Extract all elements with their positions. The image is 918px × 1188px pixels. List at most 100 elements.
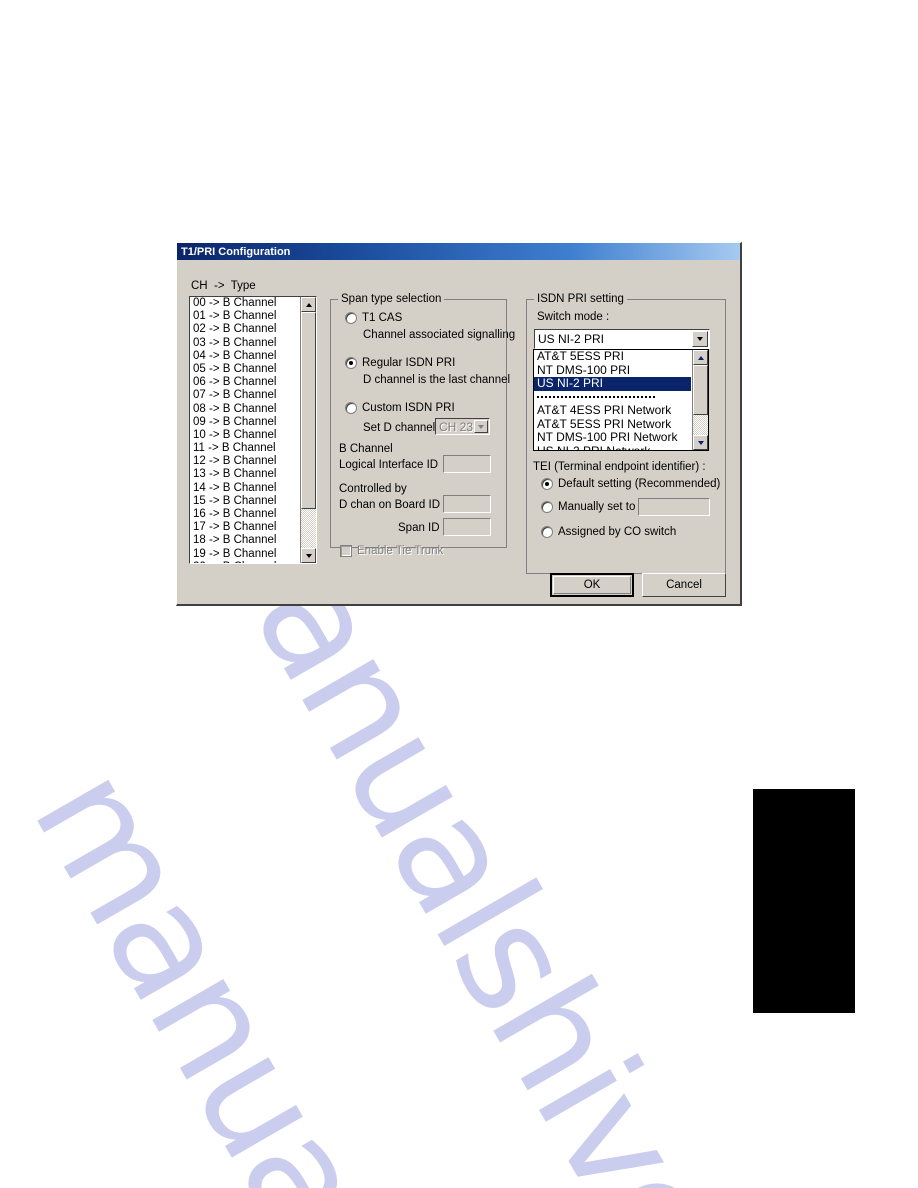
channel-list-item[interactable]: 06 -> B Channel [193, 376, 299, 389]
logical-interface-id-label: Logical Interface ID [339, 459, 439, 471]
dropdown-scrollbar[interactable] [692, 350, 708, 450]
dialog-title: T1/PRI Configuration [181, 245, 291, 258]
combo-dropdown-button[interactable] [692, 331, 708, 347]
ok-button[interactable]: OK [550, 573, 634, 597]
channel-list-item[interactable]: 01 -> B Channel [193, 310, 299, 323]
radio-button-icon [541, 526, 553, 538]
chevron-down-icon [305, 553, 312, 558]
scroll-down-button[interactable] [693, 435, 708, 450]
set-d-channel-combo[interactable]: CH 23 [435, 418, 490, 435]
channel-list-item[interactable]: 14 -> B Channel [193, 482, 299, 495]
channel-list-item[interactable]: 02 -> B Channel [193, 323, 299, 336]
controlled-by-label: Controlled by [339, 483, 407, 495]
radio-button-icon [541, 501, 553, 513]
set-d-channel-value: CH 23 [439, 419, 474, 434]
chevron-down-icon [697, 440, 704, 445]
span-id-input[interactable] [443, 518, 491, 536]
channel-list-scrollbar[interactable] [300, 297, 316, 563]
span-type-selection-group: Span type selection T1 CAS Channel assoc… [330, 293, 515, 557]
scroll-up-button[interactable] [301, 297, 316, 312]
switch-mode-option-items: AT&T 5ESS PRI NT DMS-100 PRI US NI-2 PRI AT… [534, 350, 691, 450]
channel-list-item[interactable]: 13 -> B Channel [193, 468, 299, 481]
dropdown-option[interactable]: US NI-2 PRI Network [534, 444, 691, 450]
regular-isdn-pri-sublabel: D channel is the last channel [363, 374, 511, 386]
radio-button-icon [345, 402, 357, 414]
channel-list-item[interactable]: 00 -> B Channel [193, 297, 299, 310]
channel-list-items: 00 -> B Channel 01 -> B Channel 02 -> B Ch… [190, 297, 299, 563]
logical-interface-id-input[interactable] [443, 455, 491, 473]
scroll-thumb[interactable] [693, 365, 708, 415]
checkbox-icon [340, 545, 352, 557]
watermark-text-lower: manualshive [0, 740, 607, 1188]
channel-list-item[interactable]: 16 -> B Channel [193, 508, 299, 521]
radio-button-icon [541, 478, 553, 490]
channel-list-item[interactable]: 15 -> B Channel [193, 495, 299, 508]
channel-list-item[interactable]: 05 -> B Channel [193, 363, 299, 376]
set-d-channel-label: Set D channel [363, 422, 436, 434]
chevron-down-icon [697, 337, 703, 341]
cancel-button-label: Cancel [666, 579, 702, 591]
tei-label: TEI (Terminal endpoint identifier) : [533, 461, 706, 473]
isdn-group-title: ISDN PRI setting [534, 293, 627, 305]
scroll-thumb[interactable] [301, 312, 316, 509]
combo-dropdown-button[interactable] [474, 420, 488, 433]
radio-tei-default-label: Default setting (Recommended) [558, 478, 721, 490]
radio-regular-isdn-pri-label: Regular ISDN PRI [362, 357, 456, 369]
chevron-up-icon [305, 302, 312, 307]
channel-list-item[interactable]: 20 -> B Channel [193, 561, 299, 563]
channel-list-item[interactable]: 19 -> B Channel [193, 548, 299, 561]
page-edge-marker [753, 789, 855, 1013]
chevron-up-icon [697, 355, 704, 360]
radio-button-icon [345, 357, 357, 369]
switch-mode-dropdown-list[interactable]: AT&T 5ESS PRI NT DMS-100 PRI US NI-2 PRI AT… [533, 349, 709, 451]
channel-list-item[interactable]: 10 -> B Channel [193, 429, 299, 442]
scroll-down-button[interactable] [301, 548, 316, 563]
radio-tei-manual-label: Manually set to [558, 501, 636, 513]
dropdown-option[interactable]: AT&T 4ESS PRI Network [534, 403, 691, 418]
radio-regular-isdn-pri[interactable]: Regular ISDN PRI [345, 357, 455, 369]
radio-custom-isdn-pri[interactable]: Custom ISDN PRI [345, 402, 455, 414]
t1-pri-configuration-dialog: T1/PRI Configuration CH -> Type 00 -> B … [176, 242, 742, 606]
channel-list-item[interactable]: 04 -> B Channel [193, 350, 299, 363]
dropdown-option-selected[interactable]: US NI-2 PRI [534, 376, 691, 391]
span-group-title: Span type selection [338, 293, 445, 305]
span-id-label: Span ID [398, 522, 440, 534]
scroll-track[interactable] [301, 312, 316, 548]
radio-t1-cas-label: T1 CAS [362, 312, 403, 324]
channel-list-item[interactable]: 07 -> B Channel [193, 389, 299, 402]
channel-list-item[interactable]: 18 -> B Channel [193, 534, 299, 547]
scroll-track[interactable] [693, 365, 708, 435]
channel-list-item[interactable]: 17 -> B Channel [193, 521, 299, 534]
dropdown-option[interactable]: NT DMS-100 PRI Network [534, 430, 691, 445]
dialog-body: CH -> Type 00 -> B Channel 01 -> B Channe… [177, 260, 740, 605]
radio-custom-isdn-pri-label: Custom ISDN PRI [362, 402, 455, 414]
d-chan-on-board-id-label: D chan on Board ID [339, 499, 441, 511]
ok-button-label: OK [583, 579, 601, 591]
channel-list-item[interactable]: 12 -> B Channel [193, 455, 299, 468]
channel-list-item[interactable]: 11 -> B Channel [193, 442, 299, 455]
channel-list-item[interactable]: 08 -> B Channel [193, 403, 299, 416]
chevron-down-icon [478, 424, 484, 429]
dropdown-option[interactable]: NT DMS-100 PRI [534, 363, 691, 378]
scroll-up-button[interactable] [693, 350, 708, 365]
radio-tei-default[interactable]: Default setting (Recommended) [541, 478, 720, 490]
t1-cas-sublabel: Channel associated signalling [363, 329, 516, 341]
dropdown-option[interactable]: AT&T 5ESS PRI Network [534, 417, 691, 432]
radio-button-icon [345, 312, 357, 324]
channel-listbox[interactable]: 00 -> B Channel 01 -> B Channel 02 -> B Ch… [189, 296, 317, 564]
cancel-button[interactable]: Cancel [642, 573, 726, 597]
radio-t1-cas[interactable]: T1 CAS [345, 312, 402, 324]
dropdown-separator [534, 391, 691, 405]
checkbox-enable-tie-trunk[interactable]: Enable Tie Trunk [340, 545, 443, 557]
b-channel-label: B Channel [339, 443, 393, 455]
radio-tei-co-switch[interactable]: Assigned by CO switch [541, 526, 676, 538]
dialog-title-bar: T1/PRI Configuration [177, 243, 740, 260]
radio-tei-manual[interactable]: Manually set to [541, 501, 635, 513]
channel-list-item[interactable]: 09 -> B Channel [193, 416, 299, 429]
dropdown-option[interactable]: AT&T 5ESS PRI [534, 350, 691, 364]
tei-manual-input[interactable] [638, 498, 710, 516]
d-chan-on-board-id-input[interactable] [443, 495, 491, 513]
switch-mode-combo[interactable]: US NI-2 PRI [534, 329, 710, 349]
channel-list-item[interactable]: 03 -> B Channel [193, 337, 299, 350]
channel-list-section: CH -> Type 00 -> B Channel 01 -> B Channe… [189, 280, 319, 564]
